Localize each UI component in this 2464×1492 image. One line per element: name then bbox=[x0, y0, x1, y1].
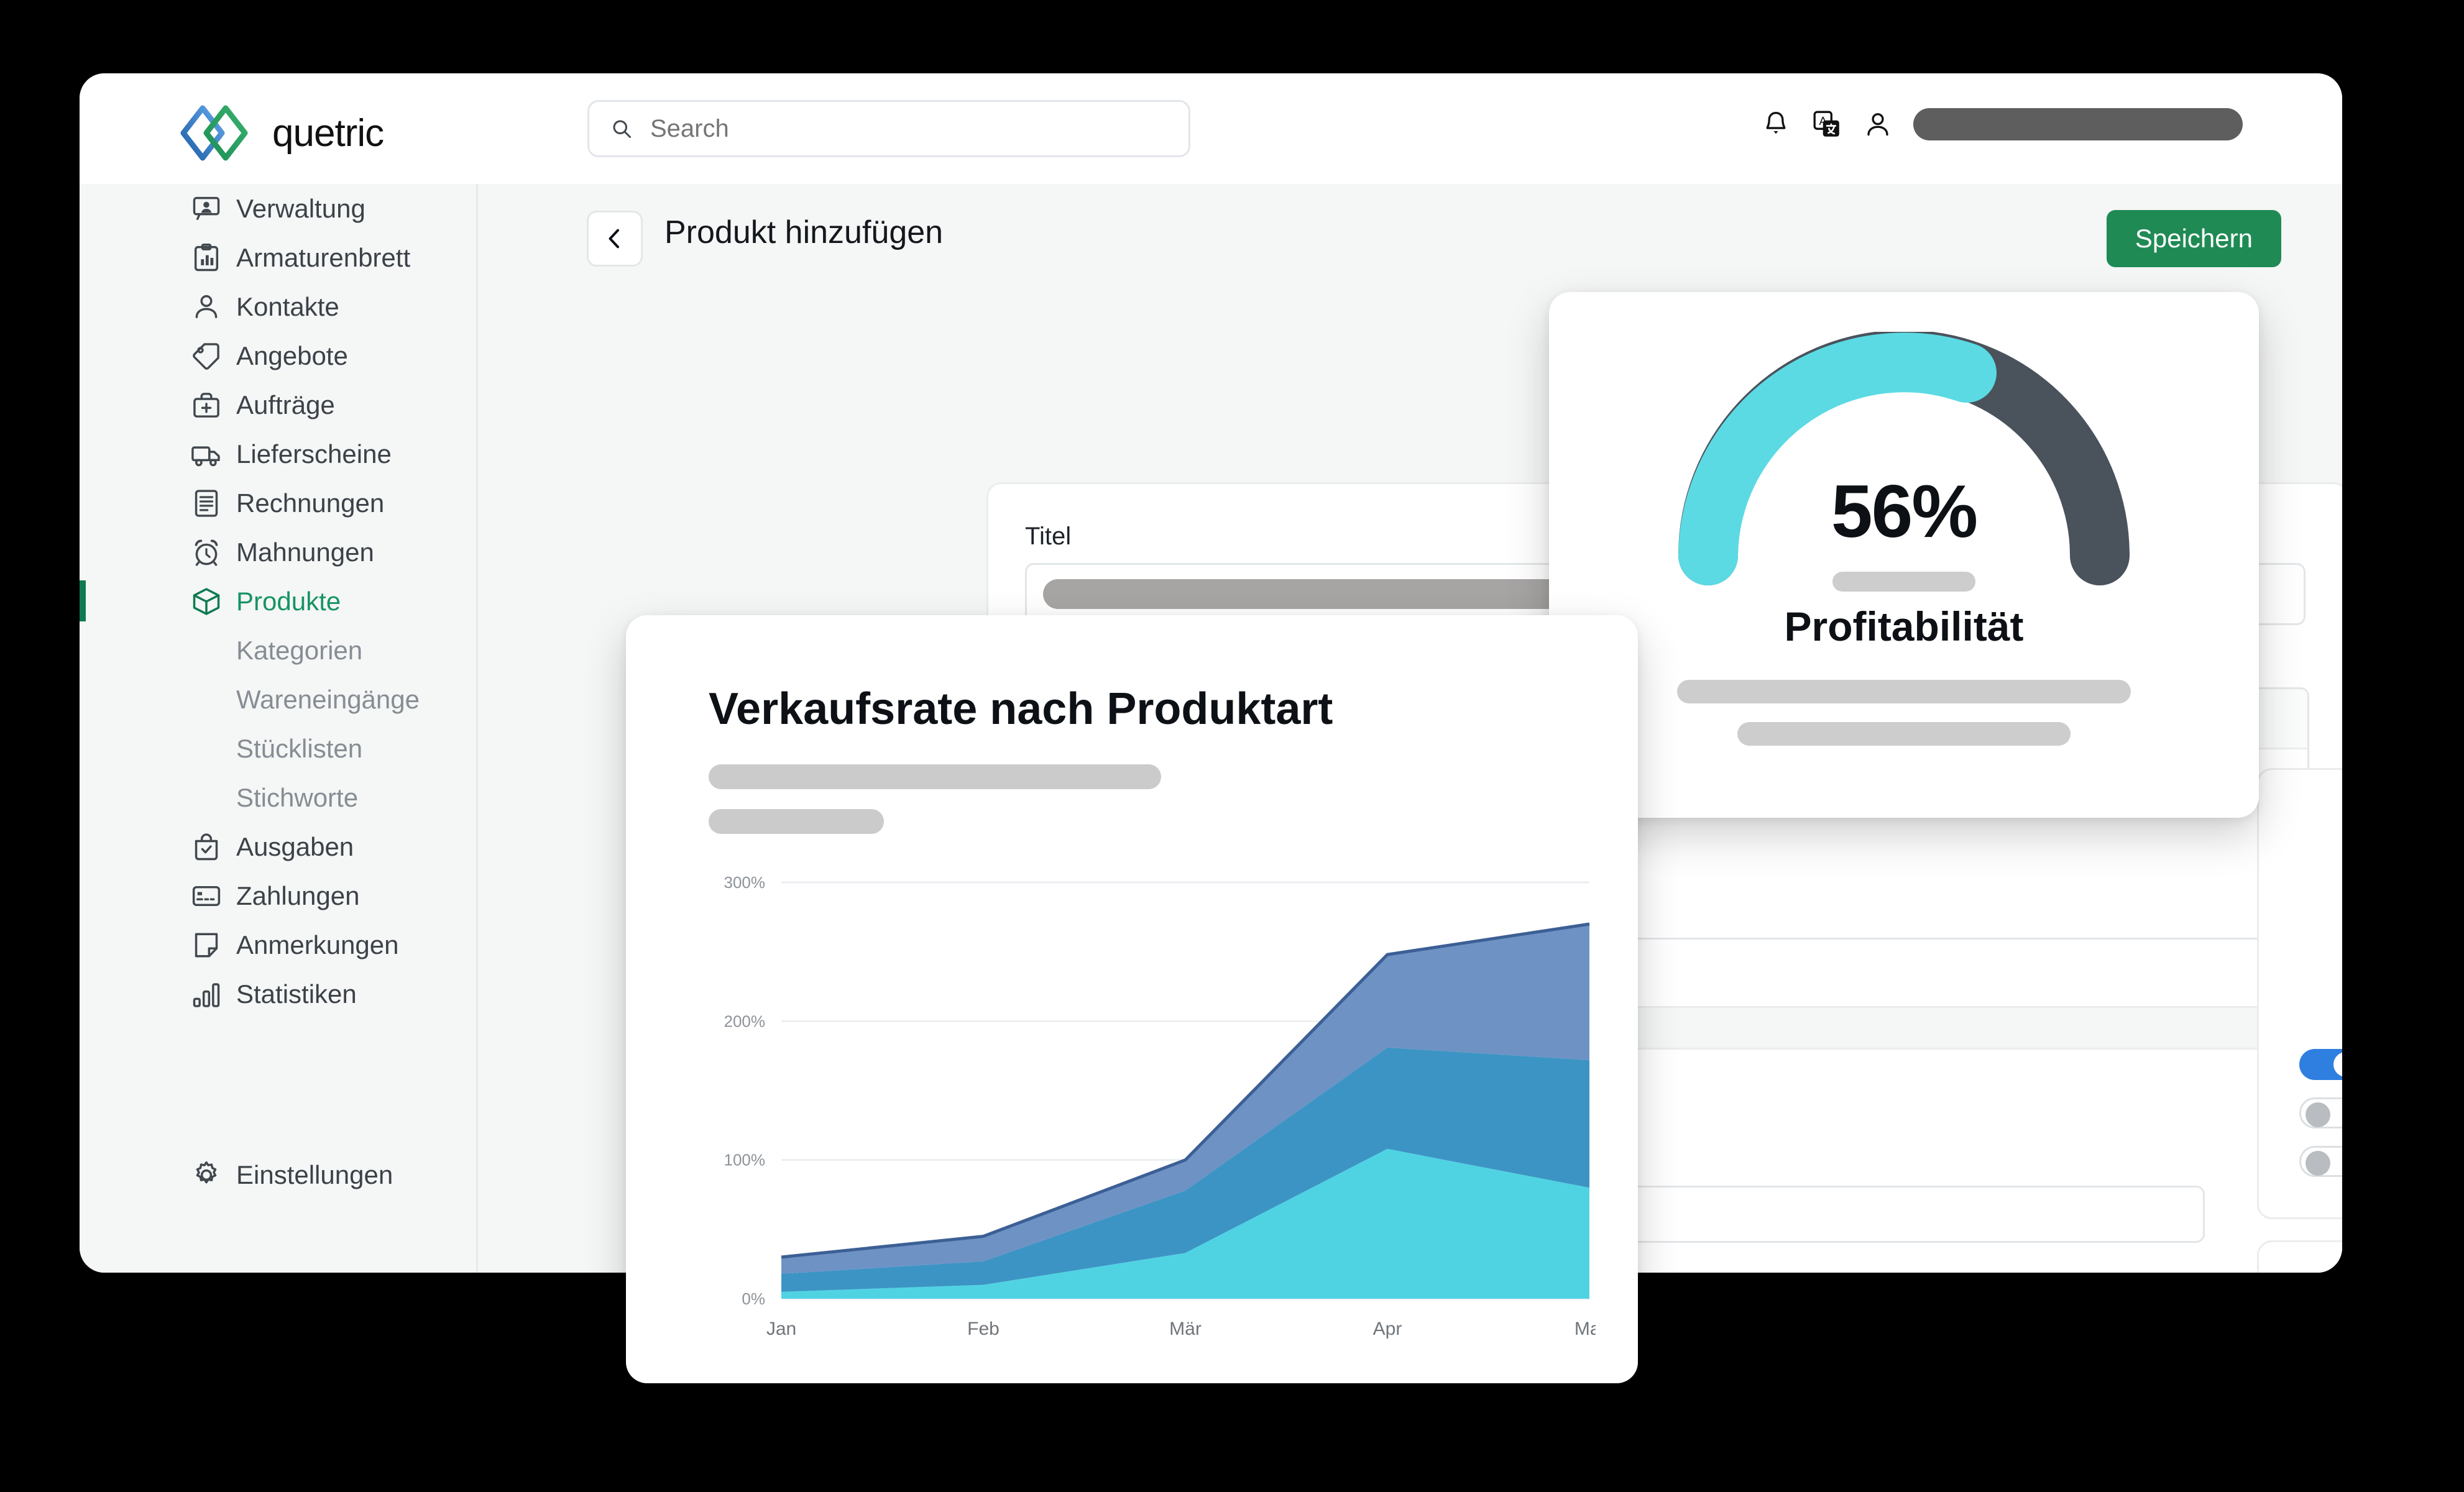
chart-subtitle-skeleton bbox=[709, 764, 1161, 789]
profitability-gauge-card: 56% Profitabilität bbox=[1549, 292, 2259, 818]
toggle-switch[interactable] bbox=[2299, 1097, 2342, 1128]
brand-name: quetric bbox=[272, 111, 384, 155]
svg-text:200%: 200% bbox=[724, 1012, 766, 1030]
gear-icon bbox=[196, 1161, 217, 1183]
back-button[interactable] bbox=[587, 211, 643, 267]
gauge-percent-value: 56% bbox=[1831, 470, 1978, 553]
truck-icon bbox=[191, 446, 220, 466]
sidebar-item-einstellungen[interactable]: Einstellungen bbox=[80, 1150, 476, 1199]
sidebar-item-kategorien[interactable]: Kategorien bbox=[80, 626, 476, 675]
sidebar-item-label: Kategorien bbox=[236, 635, 363, 665]
search-input[interactable] bbox=[649, 114, 1167, 144]
sidebar-item-label: Stichworte bbox=[236, 782, 359, 812]
presentation-user-icon bbox=[193, 196, 220, 220]
search-icon bbox=[613, 120, 631, 138]
alarm-clock-icon bbox=[195, 539, 218, 566]
options-toggle-list: Inventar aktiviert Meldebestand Aktiviere… bbox=[2299, 1049, 2342, 1194]
toggle-knob bbox=[2333, 1052, 2342, 1077]
toggle-row[interactable]: Archiviert bbox=[2299, 1146, 2342, 1177]
toggle-switch[interactable] bbox=[2299, 1146, 2342, 1177]
sidebar-item-auftrage[interactable]: Aufträge bbox=[80, 380, 476, 429]
shopping-bag-check-icon bbox=[195, 833, 218, 860]
account-name-placeholder[interactable] bbox=[1913, 108, 2243, 140]
save-button[interactable]: Speichern bbox=[2106, 210, 2281, 267]
briefcase-plus-icon bbox=[193, 392, 219, 418]
sidebar-item-angebote[interactable]: Angebote bbox=[80, 331, 476, 380]
sidebar-item-verwaltung[interactable]: Verwaltung bbox=[80, 184, 476, 233]
stacked-area-chart: 0% 100% 200% 300% Jan Feb Mär Apr Mai bbox=[724, 873, 1596, 1339]
svg-text:Jan: Jan bbox=[766, 1319, 796, 1339]
toggle-knob bbox=[2305, 1102, 2330, 1127]
sidebar-item-label: Wareneingänge bbox=[236, 684, 420, 714]
sidebar-item-label: Stücklisten bbox=[236, 733, 363, 763]
credit-card-icon bbox=[192, 886, 221, 906]
gauge-subtext-skeleton bbox=[1832, 572, 1975, 592]
toggle-switch[interactable] bbox=[2299, 1049, 2342, 1080]
tag-icon bbox=[193, 342, 219, 370]
gauge-title: Profitabilität bbox=[1784, 603, 2024, 649]
user-icon[interactable] bbox=[1862, 109, 1893, 140]
sidebar-item-mahnungen[interactable]: Mahnungen bbox=[80, 528, 476, 577]
bar-chart-icon bbox=[193, 982, 220, 1007]
person-icon bbox=[195, 295, 218, 318]
sidebar-item-ausgaben[interactable]: Ausgaben bbox=[80, 822, 476, 871]
toggle-row[interactable]: Meldebestand Aktivieren bbox=[2299, 1097, 2342, 1128]
svg-text:Mai: Mai bbox=[1574, 1319, 1596, 1339]
document-lines-icon bbox=[195, 489, 218, 517]
sidebar-item-zahlungen[interactable]: Zahlungen bbox=[80, 871, 476, 920]
search-box[interactable] bbox=[587, 100, 1190, 157]
sidebar-item-kontakte[interactable]: Kontakte bbox=[80, 282, 476, 331]
svg-text:300%: 300% bbox=[724, 873, 766, 892]
page-header: Produkt hinzufügen Speichern bbox=[478, 184, 2342, 271]
svg-text:Feb: Feb bbox=[967, 1319, 1000, 1339]
brand-logo[interactable]: quetric bbox=[179, 104, 384, 162]
sales-rate-chart-card: Verkaufsrate nach Produktart 0% 100% 200% 3… bbox=[626, 615, 1638, 1383]
clipboard-chart-icon bbox=[194, 243, 219, 271]
sales-method-card bbox=[2257, 1240, 2342, 1273]
svg-text:Mär: Mär bbox=[1169, 1319, 1202, 1339]
sidebar: Verwaltung Armaturenbrett Kontakte Angebote… bbox=[80, 184, 478, 1273]
sidebar-item-anmerkungen[interactable]: Anmerkungen bbox=[80, 920, 476, 969]
toggle-row[interactable]: Inventar aktiviert bbox=[2299, 1049, 2342, 1080]
chart-subtitle-skeleton bbox=[709, 809, 884, 834]
sidebar-item-rechnungen[interactable]: Rechnungen bbox=[80, 478, 476, 528]
sidebar-item-stichworte[interactable]: Stichworte bbox=[80, 773, 476, 822]
sidebar-item-wareneingange[interactable]: Wareneingänge bbox=[80, 675, 476, 724]
translate-icon[interactable]: A bbox=[1811, 109, 1842, 140]
topbar-actions: A bbox=[1760, 108, 2243, 140]
sidebar-nav-list: Verwaltung Armaturenbrett Kontakte Angebote… bbox=[80, 184, 476, 1018]
svg-text:0%: 0% bbox=[742, 1289, 765, 1308]
toggle-knob bbox=[2305, 1151, 2330, 1176]
quetric-logo-icon bbox=[180, 105, 248, 161]
sidebar-item-lieferscheine[interactable]: Lieferscheine bbox=[80, 429, 476, 478]
titel-label: Titel bbox=[1025, 523, 1072, 550]
note-icon bbox=[195, 933, 218, 957]
top-bar: quetric A bbox=[80, 73, 2342, 184]
svg-text:Apr: Apr bbox=[1373, 1319, 1402, 1339]
box-icon bbox=[193, 587, 220, 615]
chevron-left-icon bbox=[609, 229, 619, 249]
chart-title: Verkaufsrate nach Produktart bbox=[709, 684, 1333, 734]
sidebar-item-stucklisten[interactable]: Stücklisten bbox=[80, 724, 476, 773]
page-title: Produkt hinzufügen bbox=[664, 214, 944, 250]
sidebar-item-armaturenbrett[interactable]: Armaturenbrett bbox=[80, 233, 476, 282]
sidebar-item-statistiken[interactable]: Statistiken bbox=[80, 969, 476, 1018]
gauge-footer-skeleton-line bbox=[1677, 680, 2131, 703]
svg-text:100%: 100% bbox=[724, 1151, 766, 1169]
sidebar-item-produkte[interactable]: Produkte bbox=[80, 577, 476, 626]
gauge-footer-skeleton-line bbox=[1737, 722, 2071, 746]
bell-icon[interactable] bbox=[1760, 109, 1791, 140]
